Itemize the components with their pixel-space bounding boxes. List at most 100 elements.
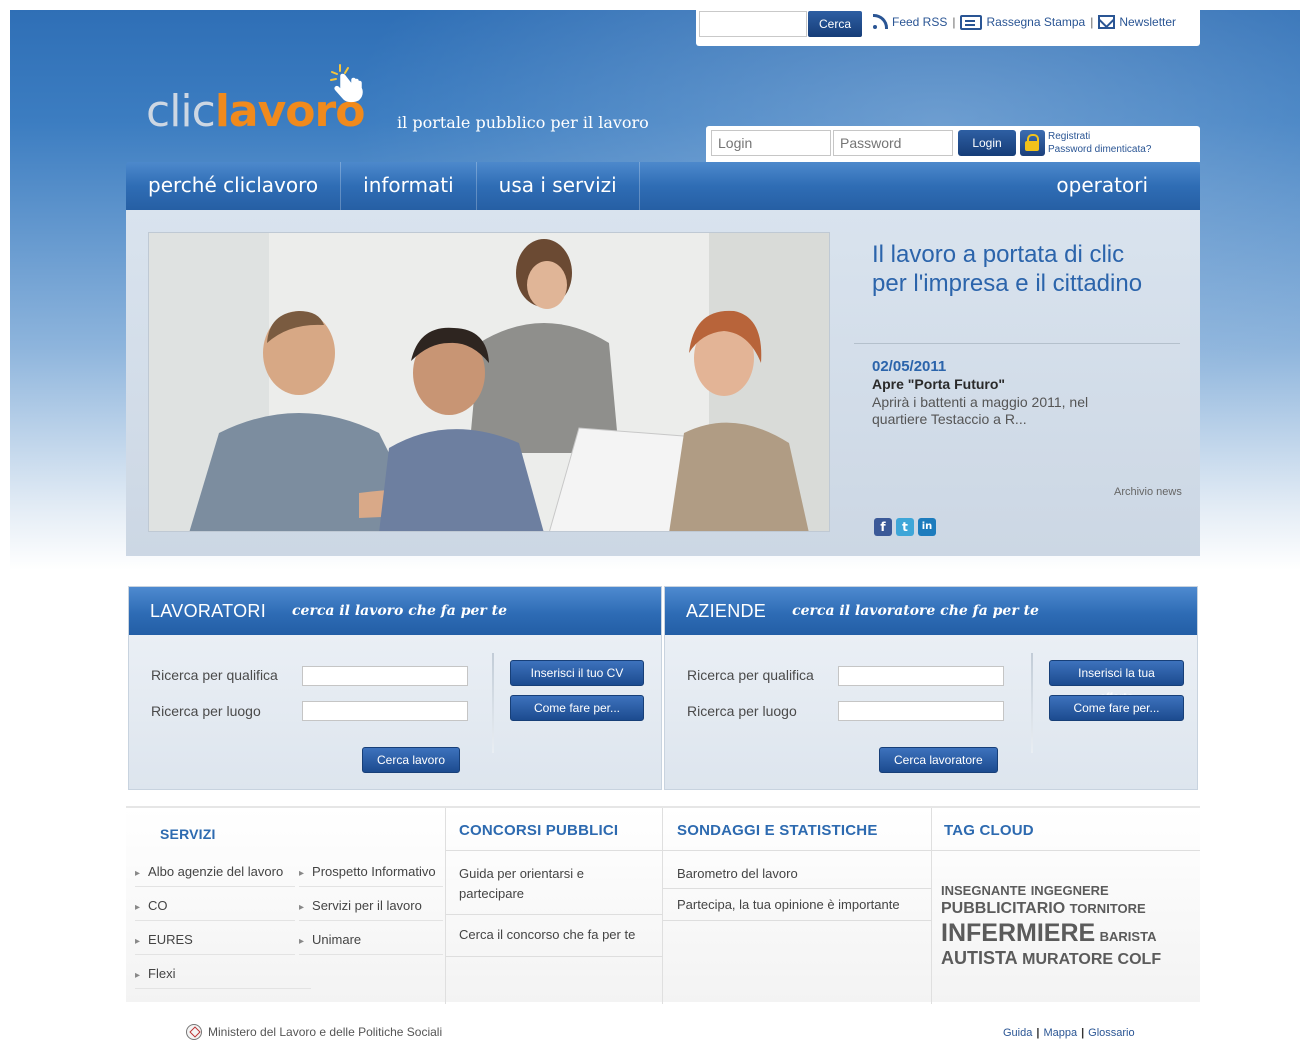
- feed-rss-link[interactable]: Feed RSS: [872, 14, 947, 30]
- facebook-icon[interactable]: f: [874, 518, 892, 536]
- aziende-qualifica-input[interactable]: [838, 666, 1004, 686]
- nav-informati[interactable]: informati: [341, 162, 477, 210]
- lavoratori-header: LAVORATORI cerca il lavoro che fa per te: [129, 587, 661, 635]
- tag-cloud: INSEGNANTE INGEGNERE PUBBLICITARIO TORNI…: [941, 882, 1196, 969]
- servizi-title: SERVIZI: [160, 826, 216, 842]
- tag-insegnante[interactable]: INSEGNANTE: [941, 883, 1026, 898]
- footer-links: Guida | Mappa | Glossario: [1003, 1027, 1135, 1039]
- servizi-column: SERVIZI Albo agenzie del lavoro CO EURES…: [126, 808, 446, 1004]
- utility-links: Feed RSS | Rassegna Stampa | Newsletter: [872, 14, 1176, 30]
- tag-autista[interactable]: AUTISTA: [941, 948, 1018, 968]
- mail-icon: [1098, 15, 1116, 29]
- footer-guida-link[interactable]: Guida: [1003, 1027, 1032, 1039]
- social-links: f t in: [874, 518, 936, 536]
- login-bar: Login Registrati Password dimenticata?: [706, 126, 1200, 162]
- panel-divider: [1031, 653, 1033, 753]
- linkedin-icon[interactable]: in: [918, 518, 936, 536]
- concorsi-cerca-link[interactable]: Cerca il concorso che fa per te: [459, 925, 659, 945]
- hero-divider: [854, 343, 1180, 344]
- divider: [932, 850, 1200, 851]
- luogo-label: Ricerca per luogo: [687, 703, 797, 719]
- concorsi-title: CONCORSI PUBBLICI: [459, 822, 619, 839]
- concorsi-guida-link[interactable]: Guida per orientarsi e partecipare: [459, 864, 599, 904]
- hero-photo: [148, 232, 830, 532]
- aziende-come-fare-button[interactable]: Come fare per...: [1049, 695, 1184, 721]
- info-section: SERVIZI Albo agenzie del lavoro CO EURES…: [126, 806, 1200, 1004]
- tag-infermiere[interactable]: INFERMIERE: [941, 919, 1095, 947]
- forgot-password-link[interactable]: Password dimenticata?: [1048, 143, 1151, 156]
- footer-glossario-link[interactable]: Glossario: [1088, 1027, 1134, 1039]
- nav-operatori[interactable]: operatori: [1034, 162, 1200, 210]
- hero-title: Il lavoro a portata di clic per l'impres…: [872, 241, 1143, 297]
- ministry-credit[interactable]: Ministero del Lavoro e delle Politiche S…: [186, 1024, 442, 1040]
- tag-tornitore[interactable]: TORNITORE: [1070, 901, 1146, 916]
- utility-bar: Cerca Feed RSS | Rassegna Stampa | Newsl…: [696, 10, 1200, 46]
- panel-divider: [492, 653, 494, 753]
- aziende-luogo-input[interactable]: [838, 701, 1004, 721]
- cerca-lavoratore-button[interactable]: Cerca lavoratore: [879, 747, 998, 773]
- tag-ingegnere[interactable]: INGEGNERE: [1031, 883, 1109, 898]
- newsletter-link[interactable]: Newsletter: [1098, 15, 1176, 29]
- news-excerpt: Aprirà i battenti a maggio 2011, nel qua…: [872, 394, 1089, 427]
- divider: [663, 850, 932, 851]
- divider: [663, 920, 932, 921]
- divider: [446, 850, 663, 851]
- republic-emblem-icon: [186, 1024, 202, 1040]
- servizi-link-eures[interactable]: EURES: [135, 932, 295, 955]
- press-icon: [960, 14, 983, 30]
- sondaggi-barometro-link[interactable]: Barometro del lavoro: [677, 864, 927, 884]
- twitter-icon[interactable]: t: [896, 518, 914, 536]
- tag-barista[interactable]: BARISTA: [1100, 929, 1157, 944]
- divider: [663, 888, 932, 889]
- news-title-link[interactable]: Apre "Porta Futuro": [872, 376, 1005, 392]
- lavoratori-come-fare-button[interactable]: Come fare per...: [510, 695, 644, 721]
- register-link[interactable]: Registrati: [1048, 130, 1151, 143]
- nav-perche-cliclavoro[interactable]: perché cliclavoro: [126, 162, 342, 210]
- rassegna-stampa-link[interactable]: Rassegna Stampa: [960, 14, 1085, 30]
- news-archive-link[interactable]: Archivio news: [1114, 486, 1182, 498]
- login-button[interactable]: Login: [958, 130, 1016, 156]
- footer-mappa-link[interactable]: Mappa: [1043, 1027, 1077, 1039]
- divider: [446, 956, 663, 957]
- servizi-link-prospetto[interactable]: Prospetto Informativo: [299, 864, 443, 887]
- concorsi-column: CONCORSI PUBBLICI Guida per orientarsi e…: [446, 808, 663, 1004]
- qualifica-label: Ricerca per qualifica: [687, 667, 814, 683]
- tag-cloud-title: TAG CLOUD: [944, 822, 1034, 839]
- hero-section: Il lavoro a portata di clic per l'impres…: [126, 210, 1200, 556]
- servizi-link-co[interactable]: CO: [135, 898, 295, 921]
- inserisci-cv-button[interactable]: Inserisci il tuo CV: [510, 660, 644, 686]
- tagline: il portale pubblico per il lavoro: [397, 113, 649, 132]
- separator: |: [1036, 1027, 1040, 1039]
- nav-usa-i-servizi[interactable]: usa i servizi: [477, 162, 640, 210]
- team-photo-illustration: [149, 233, 829, 531]
- servizi-link-servizi-lavoro[interactable]: Servizi per il lavoro: [299, 898, 443, 921]
- pointer-hand-icon: [330, 64, 363, 103]
- rss-icon: [872, 14, 888, 30]
- tag-pubblicitario[interactable]: PUBBLICITARIO: [941, 900, 1065, 917]
- servizi-link-flexi[interactable]: Flexi: [135, 966, 311, 989]
- qualifica-label: Ricerca per qualifica: [151, 667, 278, 683]
- site-search-input[interactable]: [699, 11, 807, 37]
- tag-colf[interactable]: COLF: [1118, 951, 1162, 968]
- login-password-input[interactable]: [833, 130, 953, 156]
- lavoratori-panel: LAVORATORI cerca il lavoro che fa per te…: [128, 586, 662, 790]
- news-date: 02/05/2011: [872, 358, 947, 375]
- aziende-panel: AZIENDE cerca il lavoratore che fa per t…: [664, 586, 1198, 790]
- luogo-label: Ricerca per luogo: [151, 703, 261, 719]
- divider: [446, 914, 663, 915]
- login-username-input[interactable]: [711, 130, 831, 156]
- site-search-button[interactable]: Cerca: [808, 11, 862, 37]
- servizi-link-unimare[interactable]: Unimare: [299, 932, 443, 955]
- tag-cloud-column: TAG CLOUD INSEGNANTE INGEGNERE PUBBLICIT…: [932, 808, 1200, 1004]
- cerca-lavoro-button[interactable]: Cerca lavoro: [362, 747, 461, 773]
- sondaggi-partecipa-link[interactable]: Partecipa, la tua opinione è importante: [677, 895, 927, 915]
- servizi-link-albo[interactable]: Albo agenzie del lavoro: [135, 864, 295, 887]
- aziende-header: AZIENDE cerca il lavoratore che fa per t…: [665, 587, 1197, 635]
- lavoratori-qualifica-input[interactable]: [302, 666, 468, 686]
- separator: |: [1081, 1027, 1085, 1039]
- lavoratori-luogo-input[interactable]: [302, 701, 468, 721]
- login-links: Registrati Password dimenticata?: [1048, 130, 1151, 156]
- sondaggi-title: SONDAGGI E STATISTICHE: [677, 822, 878, 839]
- tag-muratore[interactable]: MURATORE: [1022, 951, 1113, 968]
- inserisci-offerta-button[interactable]: Inserisci la tua offerta: [1049, 660, 1184, 704]
